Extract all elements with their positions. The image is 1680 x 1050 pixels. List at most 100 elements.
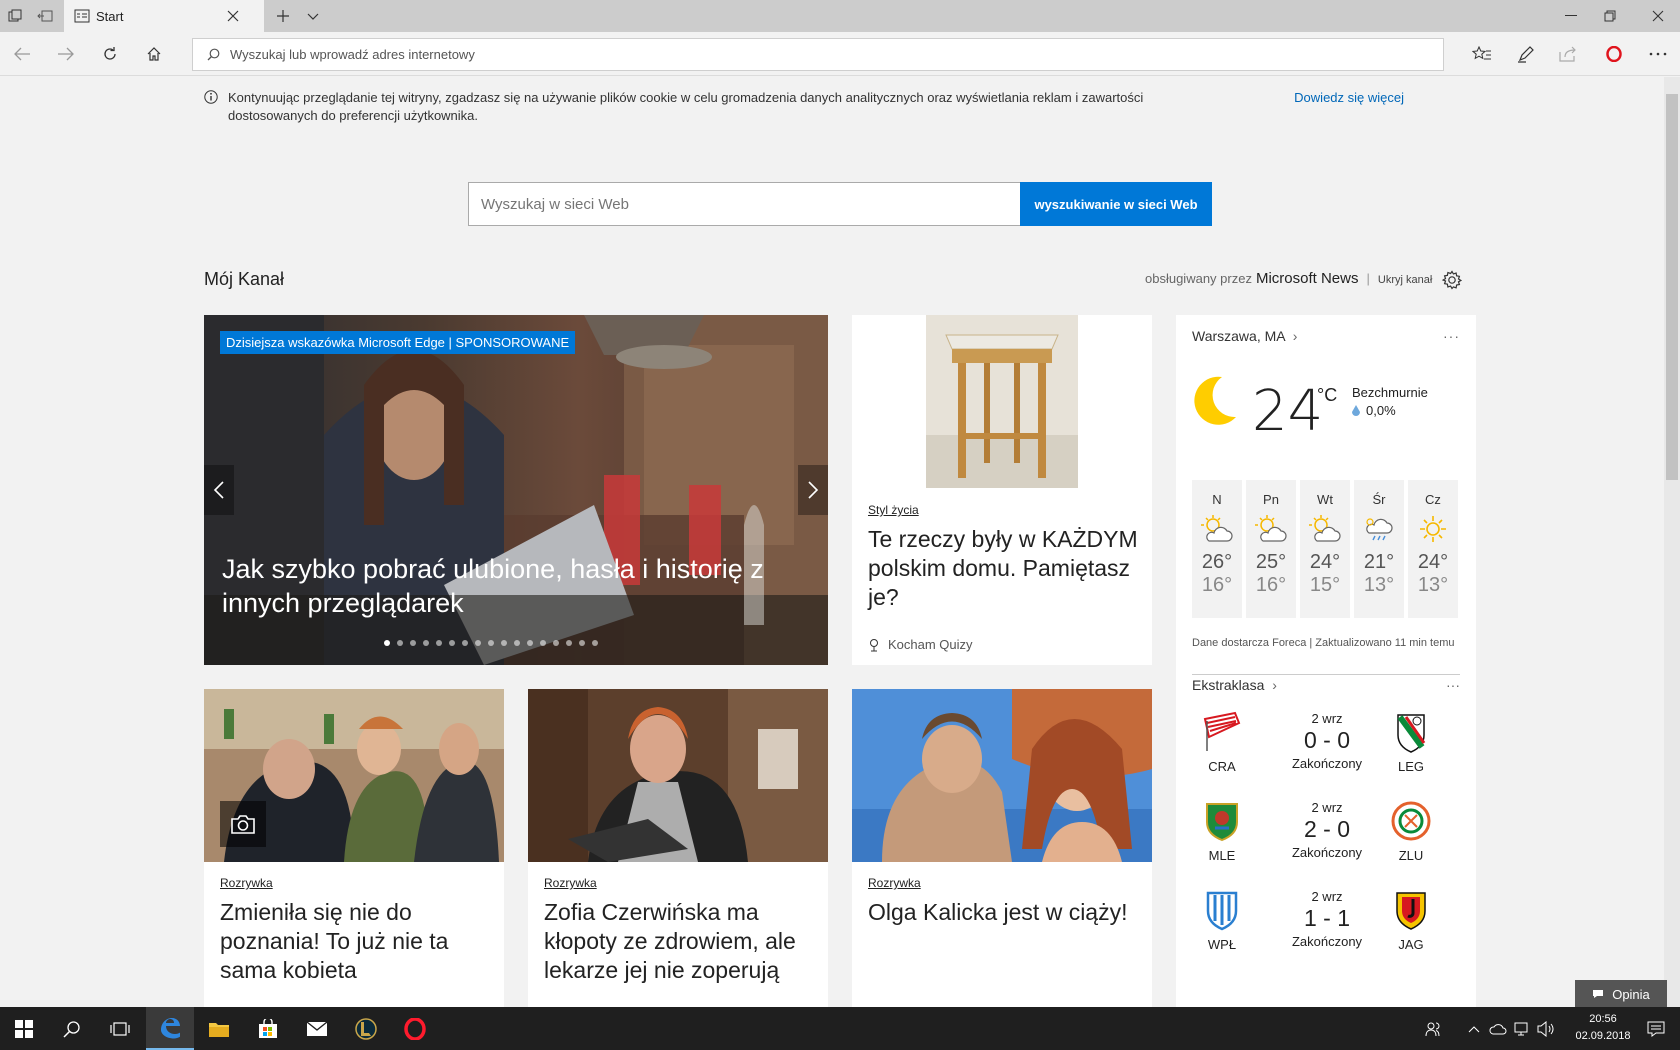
- forecast-day-name: N: [1212, 492, 1222, 507]
- start-windows-icon[interactable]: [0, 1007, 48, 1050]
- match-row[interactable]: WPŁ 2 wrz 1 - 1 Zakończony JAG: [1192, 889, 1460, 977]
- more-settings-icon[interactable]: [1638, 34, 1678, 74]
- web-search-button[interactable]: wyszukiwanie w sieci Web: [1020, 182, 1212, 226]
- match-info: 2 wrz 0 - 0 Zakończony: [1272, 711, 1382, 771]
- carousel-dot[interactable]: [579, 640, 585, 646]
- task-view-icon[interactable]: [96, 1007, 144, 1050]
- chevron-down-icon[interactable]: [298, 0, 328, 32]
- card-category[interactable]: Rozrywka: [544, 876, 597, 890]
- carousel-dot[interactable]: [423, 640, 429, 646]
- tab-start[interactable]: Start: [64, 0, 264, 32]
- wisla-plock-crest-icon: [1201, 889, 1243, 931]
- news-card[interactable]: Rozrywka Olga Kalicka jest w ciąży!: [852, 689, 1152, 1007]
- match-row[interactable]: MLE 2 wrz 2 - 0 Zakończony ZLU: [1192, 800, 1460, 888]
- source-logo-icon: [868, 638, 880, 652]
- carousel-dot[interactable]: [449, 640, 455, 646]
- home-icon[interactable]: [134, 34, 174, 74]
- show-hidden-icons-chevron-icon[interactable]: [1462, 1007, 1486, 1050]
- title-bar: Start: [0, 0, 1680, 32]
- favorites-hub-icon[interactable]: [1462, 34, 1502, 74]
- feedback-label: Opinia: [1612, 986, 1650, 1002]
- back-icon[interactable]: [2, 34, 42, 74]
- card-category[interactable]: Rozrywka: [220, 876, 273, 890]
- learn-more-link[interactable]: Dowiedz się więcej: [1294, 89, 1404, 125]
- carousel-prev-icon[interactable]: [204, 465, 234, 515]
- feed-powered-by: obsługiwany przez Microsoft News | Ukryj…: [1145, 270, 1463, 290]
- minimize-icon[interactable]: [1549, 0, 1593, 32]
- forward-icon[interactable]: [46, 34, 86, 74]
- news-card[interactable]: Rozrywka Zmieniła się nie do poznania! T…: [204, 689, 504, 1007]
- forecast-day[interactable]: Śr 21° 13°: [1354, 480, 1404, 618]
- card-headline[interactable]: Zofia Czerwińska ma kłopoty ze zdrowiem,…: [544, 898, 816, 985]
- carousel-dot[interactable]: [475, 640, 481, 646]
- card-source[interactable]: Kocham Quizy: [868, 637, 973, 652]
- forecast-day[interactable]: Pn 25° 16°: [1246, 480, 1296, 618]
- refresh-icon[interactable]: [90, 34, 130, 74]
- opera-extension-icon[interactable]: [1594, 34, 1634, 74]
- forecast-day[interactable]: N 26° 16°: [1192, 480, 1242, 618]
- weather-more-options[interactable]: ···: [1443, 328, 1460, 344]
- card-headline[interactable]: Te rzeczy były w KAŻDYM polskim domu. Pa…: [868, 525, 1138, 612]
- edge-app-icon[interactable]: [146, 1007, 194, 1050]
- mail-icon[interactable]: [293, 1007, 341, 1050]
- opera-app-icon[interactable]: [391, 1007, 439, 1050]
- network-icon[interactable]: [1510, 1007, 1534, 1050]
- scrollbar-thumb[interactable]: [1666, 94, 1678, 480]
- news-card-lifestyle[interactable]: Styl życia Te rzeczy były w KAŻDYM polsk…: [852, 315, 1152, 665]
- carousel-dot[interactable]: [527, 640, 533, 646]
- share-icon[interactable]: [1548, 34, 1588, 74]
- league-of-legends-icon[interactable]: [342, 1007, 390, 1050]
- weather-location[interactable]: Warszawa, MA ›: [1192, 328, 1297, 344]
- carousel-dot[interactable]: [540, 640, 546, 646]
- card-category[interactable]: Styl życia: [868, 503, 919, 517]
- carousel-dot[interactable]: [501, 640, 507, 646]
- carousel-next-icon[interactable]: [798, 465, 828, 515]
- weather-sports-widget: Warszawa, MA › ··· 24 °C Bezchmurnie 0,0…: [1176, 315, 1476, 1007]
- carousel-dot[interactable]: [410, 640, 416, 646]
- hide-feed-link[interactable]: Ukryj kanał: [1378, 274, 1432, 286]
- carousel-dot[interactable]: [462, 640, 468, 646]
- close-window-icon[interactable]: [1636, 0, 1680, 32]
- carousel-dot[interactable]: [436, 640, 442, 646]
- tab-actions-icon[interactable]: [0, 0, 30, 32]
- carousel-dot[interactable]: [514, 640, 520, 646]
- restore-icon[interactable]: [1588, 0, 1632, 32]
- carousel-dot[interactable]: [384, 640, 390, 646]
- volume-icon[interactable]: [1534, 1007, 1558, 1050]
- carousel-dot[interactable]: [592, 640, 598, 646]
- taskbar-search-icon[interactable]: [48, 1007, 96, 1050]
- match-status: Zakończony: [1291, 934, 1363, 949]
- card-category[interactable]: Rozrywka: [868, 876, 921, 890]
- cookie-notice: Kontynuując przeglądanie tej witryny, zg…: [204, 89, 1404, 125]
- feedback-button[interactable]: Opinia: [1575, 980, 1667, 1008]
- hero-title[interactable]: Jak szybko pobrać ulubione, hasła i hist…: [222, 552, 782, 620]
- card-headline[interactable]: Olga Kalicka jest w ciąży!: [868, 898, 1140, 927]
- set-tabs-aside-icon[interactable]: [30, 0, 60, 32]
- carousel-dot[interactable]: [397, 640, 403, 646]
- carousel-dot[interactable]: [553, 640, 559, 646]
- store-icon[interactable]: [244, 1007, 292, 1050]
- match-row[interactable]: CRA 2 wrz 0 - 0 Zakończony LEG: [1192, 711, 1460, 799]
- jagiellonia-crest-icon: [1390, 889, 1432, 931]
- carousel-dot[interactable]: [488, 640, 494, 646]
- system-clock[interactable]: 20:56 02.09.2018: [1570, 1011, 1636, 1045]
- carousel-dot[interactable]: [566, 640, 572, 646]
- forecast-day[interactable]: Cz 24° 13°: [1408, 480, 1458, 618]
- news-card[interactable]: Rozrywka Zofia Czerwińska ma kłopoty ze …: [528, 689, 828, 1007]
- address-bar[interactable]: Wyszukaj lub wprowadź adres internetowy: [192, 38, 1444, 71]
- weather-unit[interactable]: °C: [1317, 385, 1337, 406]
- people-icon[interactable]: [1418, 1007, 1448, 1050]
- home-team: WPŁ: [1192, 889, 1252, 952]
- card-headline[interactable]: Zmieniła się nie do poznania! To już nie…: [220, 898, 492, 985]
- hero-carousel[interactable]: Dzisiejsza wskazówka Microsoft Edge | SP…: [204, 315, 828, 665]
- forecast-day[interactable]: Wt 24° 15°: [1300, 480, 1350, 618]
- new-tab-icon[interactable]: [268, 0, 298, 32]
- cloud-sync-icon[interactable]: [1486, 1007, 1510, 1050]
- feed-settings-gear-icon[interactable]: [1442, 270, 1463, 290]
- league-more-options[interactable]: ···: [1446, 677, 1460, 693]
- tab-close-icon[interactable]: [226, 9, 240, 23]
- action-center-icon[interactable]: [1632, 1007, 1680, 1050]
- web-note-icon[interactable]: [1506, 34, 1546, 74]
- file-explorer-icon[interactable]: [195, 1007, 243, 1050]
- league-title[interactable]: Ekstraklasa ›: [1192, 677, 1277, 693]
